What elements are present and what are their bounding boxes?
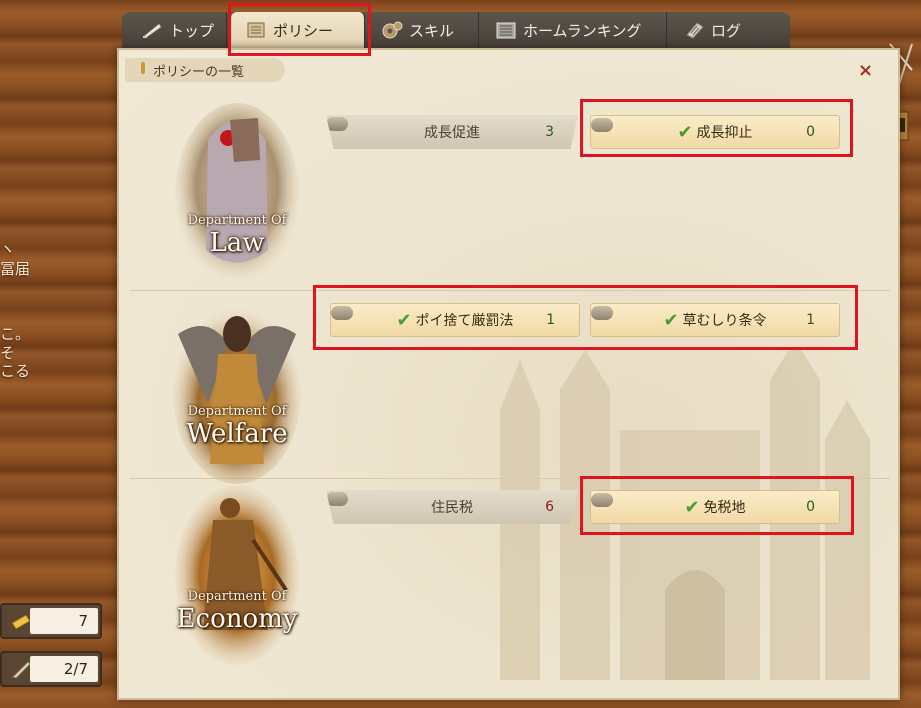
- department-subtitle: Department Of: [187, 589, 287, 604]
- policy-growth-suppression[interactable]: ✔ 成長抑止 0: [590, 115, 840, 149]
- tab-skill[interactable]: スキル: [367, 12, 479, 48]
- economy-figure-illustration: [175, 485, 299, 665]
- side-text-fragment: こ。: [0, 325, 31, 343]
- key-icon: [139, 61, 147, 79]
- scroll-icon: [245, 21, 267, 39]
- policy-label: 免税地: [703, 500, 746, 516]
- counter-value: 2/7: [30, 656, 98, 682]
- policy-label: 成長促進: [424, 125, 480, 141]
- department-name: Economy: [176, 604, 298, 634]
- department-economy-emblem: Department Of Economy: [168, 480, 306, 670]
- policy-count: 0: [806, 124, 815, 140]
- ticket-counter: 7: [0, 603, 102, 639]
- tab-label: ログ: [711, 21, 742, 40]
- department-law-emblem: Department Of Law: [168, 100, 306, 290]
- close-button[interactable]: ×: [858, 60, 873, 81]
- quill-counter: 2/7: [0, 651, 102, 687]
- policy-resident-tax[interactable]: 住民税 6: [326, 490, 578, 524]
- tab-label: ホームランキング: [523, 21, 642, 40]
- quill-scroll-icon: [10, 659, 32, 679]
- policy-growth-promotion[interactable]: 成長促進 3: [326, 115, 578, 149]
- tab-home-ranking[interactable]: ホームランキング: [481, 12, 667, 48]
- tab-top[interactable]: トップ: [127, 12, 227, 48]
- check-icon: ✔: [684, 496, 700, 518]
- policy-count: 6: [545, 499, 554, 515]
- tab-label: ポリシー: [273, 21, 334, 40]
- department-subtitle: Department Of: [187, 213, 287, 228]
- panel-title: ポリシーの一覧: [125, 58, 285, 82]
- tab-label: トップ: [169, 21, 215, 40]
- policy-tax-free-zone[interactable]: ✔ 免税地 0: [590, 490, 840, 524]
- policy-count: 0: [806, 499, 815, 515]
- policy-littering-penalty[interactable]: ✔ ポイ捨て厳罰法 1: [330, 303, 580, 337]
- side-text-fragment: ヽ: [0, 240, 16, 258]
- policy-label: 草むしり条令: [682, 313, 767, 329]
- tab-log[interactable]: ログ: [669, 12, 781, 48]
- row-divider: [130, 290, 890, 291]
- ticket-icon: [10, 611, 32, 631]
- policy-count: 1: [546, 312, 555, 328]
- tab-policy[interactable]: ポリシー: [231, 12, 365, 48]
- policy-count: 3: [545, 124, 554, 140]
- gear-icon: [381, 21, 403, 39]
- check-icon: ✔: [663, 309, 679, 331]
- policy-count: 1: [806, 312, 815, 328]
- law-statue-illustration: [175, 103, 299, 287]
- counter-value: 7: [30, 608, 98, 634]
- department-welfare-emblem: Department Of Welfare: [168, 294, 306, 484]
- policy-label: ポイ捨て厳罰法: [415, 313, 514, 329]
- side-text-fragment: こる: [0, 362, 31, 380]
- policy-label: 成長抑止: [696, 125, 753, 141]
- policy-label: 住民税: [431, 500, 473, 516]
- department-name: Law: [209, 228, 265, 258]
- department-subtitle: Department Of: [187, 404, 287, 419]
- log-icon: [683, 21, 705, 39]
- check-icon: ✔: [677, 121, 693, 143]
- side-text-fragment: 冨届: [0, 260, 31, 278]
- policy-weeding-ordinance[interactable]: ✔ 草むしり条令 1: [590, 303, 840, 337]
- check-icon: ✔: [396, 309, 412, 331]
- book-icon: [495, 21, 517, 39]
- department-name: Welfare: [186, 419, 288, 449]
- quill-icon: [141, 21, 163, 39]
- welfare-angel-illustration: [173, 304, 301, 484]
- tab-label: スキル: [409, 21, 455, 40]
